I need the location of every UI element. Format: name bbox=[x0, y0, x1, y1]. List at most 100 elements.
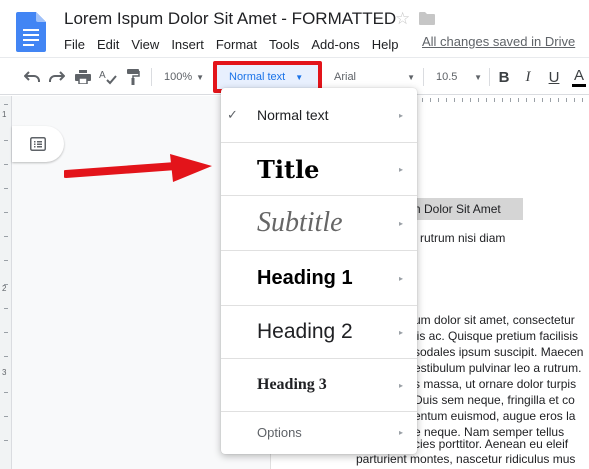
style-option-label: Heading 3 bbox=[257, 376, 327, 393]
google-docs-logo-icon[interactable] bbox=[16, 12, 46, 52]
submenu-arrow-icon: ▸ bbox=[399, 327, 404, 337]
document-outline-button[interactable] bbox=[12, 126, 64, 162]
print-button[interactable] bbox=[73, 67, 93, 87]
ruler-tick bbox=[486, 98, 487, 102]
style-option-label: Heading 2 bbox=[257, 320, 353, 343]
chevron-down-icon: ▼ bbox=[407, 72, 415, 82]
spell-check-icon: A bbox=[99, 70, 117, 85]
document-text-line[interactable]: Duis sem neque, fringilla et co bbox=[414, 393, 575, 407]
menu-file[interactable]: File bbox=[58, 36, 91, 54]
vertical-ruler[interactable]: 1 2 3 bbox=[0, 96, 12, 469]
menu-insert[interactable]: Insert bbox=[165, 36, 210, 54]
document-text-line[interactable]: entum euismod, augue eros la bbox=[414, 409, 575, 423]
document-text-line[interactable]: se rutrum nisi diam bbox=[404, 231, 505, 245]
document-text-line[interactable]: s massa, ut ornare dolor turpis bbox=[414, 377, 576, 391]
ruler-tick bbox=[502, 98, 503, 102]
menu-add-ons[interactable]: Add-ons bbox=[305, 36, 365, 54]
ruler-tick bbox=[4, 260, 8, 261]
redo-button[interactable] bbox=[47, 67, 67, 87]
ruler-tick bbox=[462, 98, 463, 102]
ruler-tick bbox=[4, 356, 8, 357]
menu-view[interactable]: View bbox=[125, 36, 165, 54]
text-color-button[interactable]: A bbox=[569, 67, 589, 87]
chevron-down-icon: ▼ bbox=[295, 72, 304, 82]
submenu-arrow-icon: ▸ bbox=[399, 218, 404, 228]
ruler-label: 3 bbox=[2, 368, 7, 377]
menu-tools[interactable]: Tools bbox=[263, 36, 305, 54]
paragraph-style-menu: ✓ Normal text ▸ Title ▸ Subtitle ▸ Headi… bbox=[221, 88, 417, 454]
ruler-tick bbox=[566, 98, 567, 102]
style-option-heading-1[interactable]: Heading 1 ▸ bbox=[221, 251, 417, 305]
style-option-label: Heading 1 bbox=[257, 266, 353, 289]
submenu-arrow-icon: ▸ bbox=[399, 273, 404, 283]
ruler-tick bbox=[4, 140, 8, 141]
menu-edit[interactable]: Edit bbox=[91, 36, 125, 54]
font-size-select[interactable]: 10.5 ▼ bbox=[432, 67, 482, 87]
style-option-subtitle[interactable]: Subtitle ▸ bbox=[221, 196, 417, 250]
style-option-normal-text[interactable]: ✓ Normal text ▸ bbox=[221, 88, 417, 142]
style-option-heading-2[interactable]: Heading 2 ▸ bbox=[221, 306, 417, 358]
document-text-line[interactable]: estibulum pulvinar leo a rutrum. bbox=[414, 361, 581, 375]
ruler-tick bbox=[558, 98, 559, 102]
style-option-label: Subtitle bbox=[257, 207, 343, 238]
ruler-tick bbox=[574, 98, 575, 102]
ruler-tick bbox=[422, 98, 423, 102]
document-title[interactable]: Lorem Ispum Dolor Sit Amet - FORMATTED bbox=[64, 9, 396, 29]
underline-button[interactable]: U bbox=[544, 67, 564, 87]
save-status-link[interactable]: All changes saved in Drive bbox=[422, 34, 575, 49]
ruler-tick bbox=[470, 98, 471, 102]
italic-button[interactable]: I bbox=[518, 67, 538, 87]
text-color-letter: A bbox=[573, 66, 584, 84]
ruler-tick bbox=[550, 98, 551, 102]
bold-button[interactable]: B bbox=[494, 67, 514, 87]
ruler-tick bbox=[454, 98, 455, 102]
ruler-tick bbox=[510, 98, 511, 102]
style-option-options[interactable]: Options ▸ bbox=[221, 412, 417, 452]
ruler-tick bbox=[4, 164, 8, 165]
spell-check-button[interactable]: A bbox=[98, 67, 118, 87]
document-text-line[interactable]: parturient montes, nascetur ridiculus mu… bbox=[356, 452, 575, 466]
toolbar-divider bbox=[151, 68, 152, 86]
annotation-arrow-icon bbox=[64, 154, 212, 182]
ruler-tick bbox=[494, 98, 495, 102]
ruler-tick bbox=[4, 332, 8, 333]
ruler-tick bbox=[438, 98, 439, 102]
menu-format[interactable]: Format bbox=[210, 36, 263, 54]
paragraph-style-value: Normal text bbox=[229, 71, 286, 83]
document-text-line[interactable]: um dolor sit amet, consectetur bbox=[414, 313, 575, 327]
paint-format-icon bbox=[127, 69, 140, 85]
ruler-tick bbox=[478, 98, 479, 102]
ruler-tick bbox=[4, 308, 8, 309]
ruler-tick bbox=[582, 98, 583, 102]
redo-icon bbox=[49, 71, 65, 82]
ruler-tick bbox=[526, 98, 527, 102]
ruler-tick bbox=[430, 98, 431, 102]
folder-icon[interactable] bbox=[419, 12, 435, 25]
submenu-arrow-icon: ▸ bbox=[399, 427, 404, 437]
svg-text:A: A bbox=[99, 70, 106, 81]
style-option-title[interactable]: Title ▸ bbox=[221, 143, 417, 195]
ruler-tick bbox=[542, 98, 543, 102]
undo-button[interactable] bbox=[22, 67, 42, 87]
style-option-heading-3[interactable]: Heading 3 ▸ bbox=[221, 359, 417, 411]
zoom-select[interactable]: 100% ▼ bbox=[160, 67, 208, 87]
print-icon bbox=[75, 70, 91, 84]
ruler-tick bbox=[4, 104, 8, 105]
font-select[interactable]: Arial ▼ bbox=[330, 67, 415, 87]
font-size-value: 10.5 bbox=[436, 71, 458, 83]
ruler-label: 1 bbox=[2, 110, 7, 119]
paint-format-button[interactable] bbox=[123, 67, 143, 87]
menu-help[interactable]: Help bbox=[366, 36, 405, 54]
horizontal-ruler[interactable] bbox=[406, 96, 589, 104]
star-icon[interactable]: ☆ bbox=[395, 9, 410, 29]
ruler-tick bbox=[4, 212, 8, 213]
document-text-line[interactable]: cies porttitor. Aenean eu eleif bbox=[414, 437, 568, 451]
document-text-line[interactable]: lis ac. Quisque pretium facilisis bbox=[414, 329, 578, 343]
document-text-line[interactable]: um Dolor Sit Amet bbox=[404, 202, 501, 216]
outline-icon bbox=[30, 137, 46, 151]
ruler-tick bbox=[4, 188, 8, 189]
ruler-tick bbox=[446, 98, 447, 102]
document-text-line[interactable]: sodales ipsum suscipit. Maecen bbox=[414, 345, 583, 359]
check-icon: ✓ bbox=[227, 107, 238, 122]
toolbar-divider bbox=[423, 68, 424, 86]
